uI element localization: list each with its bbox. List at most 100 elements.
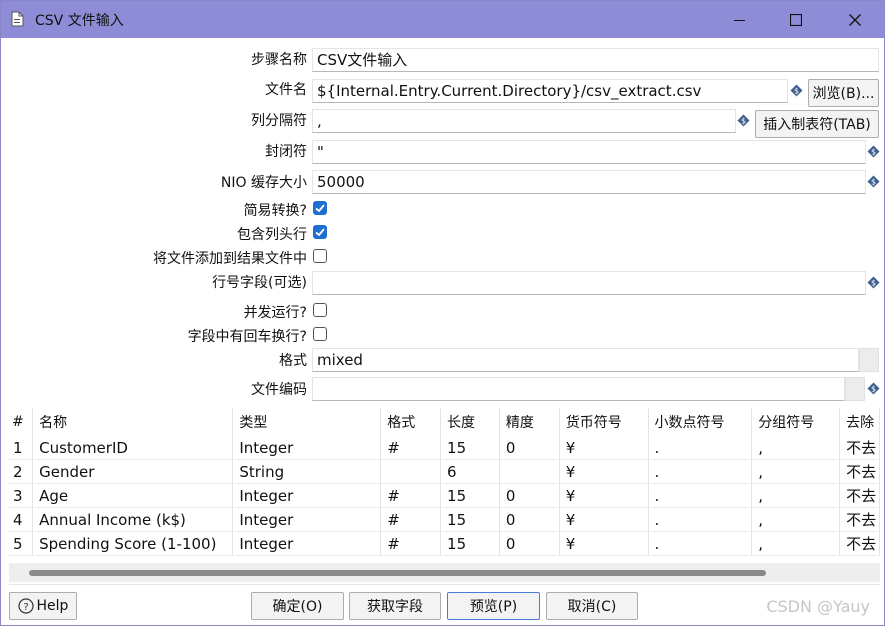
table-cell[interactable]: 0 [499, 483, 560, 508]
horizontal-scrollbar[interactable] [9, 563, 880, 582]
browse-button[interactable]: 浏览(B)... [808, 79, 879, 107]
table-cell[interactable]: 不去 [839, 436, 880, 460]
title-bar[interactable]: CSV 文件输入 [1, 1, 884, 38]
header-row-checkbox[interactable] [313, 225, 327, 239]
table-cell[interactable]: 2 [9, 459, 34, 484]
column-header[interactable]: 名称 [32, 408, 234, 436]
rownum-field-input[interactable] [312, 271, 866, 295]
table-cell[interactable]: ¥ [559, 507, 649, 532]
variable-icon: $ [867, 382, 880, 395]
table-row[interactable]: 5 Spending Score (1-100) Integer #15 0 ¥., 不去 [9, 531, 880, 556]
column-header[interactable]: 精度 [499, 408, 560, 436]
table-cell[interactable]: String [232, 459, 382, 484]
table-cell[interactable]: Annual Income (k$) [32, 507, 234, 532]
table-cell[interactable] [380, 459, 442, 484]
table-cell[interactable]: . [648, 436, 753, 460]
filename-input[interactable]: ${Internal.Entry.Current.Directory}/csv_… [312, 79, 788, 103]
table-cell[interactable]: , [751, 483, 841, 508]
table-cell[interactable]: 3 [9, 483, 34, 508]
table-cell[interactable]: , [751, 459, 841, 484]
delimiter-input[interactable]: , [312, 109, 736, 133]
minimize-button[interactable] [712, 1, 768, 38]
table-row[interactable]: 3 Age Integer #15 0 ¥., 不去 [9, 483, 880, 508]
column-header[interactable]: # [9, 408, 34, 436]
table-cell[interactable]: Spending Score (1-100) [32, 531, 234, 556]
table-cell[interactable]: 不去 [839, 531, 880, 556]
table-cell[interactable]: Age [32, 483, 234, 508]
table-cell[interactable]: . [648, 459, 753, 484]
column-header[interactable]: 格式 [380, 408, 442, 436]
table-cell[interactable]: , [751, 507, 841, 532]
help-button[interactable]: ? Help [9, 592, 77, 620]
add-to-result-checkbox[interactable] [313, 249, 327, 263]
table-cell[interactable]: 不去 [839, 459, 880, 484]
scrollbar-thumb[interactable] [29, 570, 766, 576]
table-cell[interactable]: # [380, 531, 442, 556]
ok-button[interactable]: 确定(O) [251, 592, 344, 620]
table-cell[interactable]: . [648, 507, 753, 532]
column-header[interactable]: 去除 [839, 408, 880, 436]
table-cell[interactable]: 0 [499, 531, 560, 556]
table-cell[interactable]: # [380, 436, 442, 460]
fields-table[interactable]: # 名称 类型 格式 长度 精度 货币符号 小数点符号 分组符号 去除 1 Cus… [9, 408, 880, 563]
table-cell[interactable]: Integer [232, 483, 382, 508]
add-to-result-label: 将文件添加到结果文件中 [153, 251, 307, 267]
table-cell[interactable]: , [751, 436, 841, 460]
get-fields-button[interactable]: 获取字段 [349, 592, 441, 620]
table-cell[interactable]: CustomerID [32, 436, 234, 460]
table-cell[interactable]: # [380, 483, 442, 508]
table-cell[interactable]: ¥ [559, 459, 649, 484]
cancel-button[interactable]: 取消(C) [546, 592, 638, 620]
table-cell[interactable]: 0 [499, 436, 560, 460]
table-row[interactable]: 4 Annual Income (k$) Integer #15 0 ¥., 不去 [9, 507, 880, 532]
table-cell[interactable]: 15 [440, 507, 500, 532]
table-cell[interactable]: 0 [499, 507, 560, 532]
document-icon [11, 11, 24, 27]
header-row-label: 包含列头行 [237, 227, 307, 243]
table-cell[interactable]: Integer [232, 436, 382, 460]
table-cell[interactable]: 15 [440, 436, 500, 460]
table-cell[interactable]: . [648, 483, 753, 508]
table-cell[interactable]: 4 [9, 507, 34, 532]
table-cell[interactable]: 5 [9, 531, 34, 556]
table-cell[interactable]: Integer [232, 507, 382, 532]
table-cell[interactable]: , [751, 531, 841, 556]
maximize-button[interactable] [768, 1, 824, 38]
step-name-input[interactable]: CSV文件输入 [312, 48, 879, 72]
table-row[interactable]: 2 Gender String 6 ¥., 不去 [9, 459, 880, 484]
format-dropdown-button[interactable] [859, 348, 879, 372]
help-label: Help [36, 598, 69, 614]
encoding-dropdown-button[interactable] [845, 377, 865, 401]
table-cell[interactable]: Gender [32, 459, 234, 484]
encoding-select[interactable] [312, 377, 845, 401]
table-cell[interactable]: 不去 [839, 483, 880, 508]
column-header[interactable]: 类型 [232, 408, 382, 436]
table-row[interactable]: 1 CustomerID Integer #15 0 ¥., 不去 [9, 436, 880, 460]
table-cell[interactable] [499, 459, 560, 484]
table-cell[interactable]: ¥ [559, 531, 649, 556]
close-button[interactable] [827, 1, 883, 38]
column-header[interactable]: 长度 [440, 408, 500, 436]
insert-tab-button[interactable]: 插入制表符(TAB) [755, 110, 879, 138]
svg-text:$: $ [871, 148, 876, 157]
nio-buffer-input[interactable]: 50000 [312, 170, 866, 194]
column-header[interactable]: 小数点符号 [648, 408, 753, 436]
format-select[interactable]: mixed [312, 348, 859, 372]
table-cell[interactable]: . [648, 531, 753, 556]
table-cell[interactable]: 15 [440, 531, 500, 556]
table-cell[interactable]: 6 [440, 459, 500, 484]
newline-in-fields-checkbox[interactable] [313, 327, 327, 341]
lazy-conversion-checkbox[interactable] [313, 201, 327, 215]
enclosure-input[interactable]: " [312, 140, 866, 164]
table-cell[interactable]: 15 [440, 483, 500, 508]
table-cell[interactable]: # [380, 507, 442, 532]
table-cell[interactable]: Integer [232, 531, 382, 556]
parallel-checkbox[interactable] [313, 303, 327, 317]
table-cell[interactable]: ¥ [559, 436, 649, 460]
table-cell[interactable]: 不去 [839, 507, 880, 532]
table-cell[interactable]: ¥ [559, 483, 649, 508]
table-cell[interactable]: 1 [9, 436, 34, 460]
column-header[interactable]: 货币符号 [559, 408, 649, 436]
preview-button[interactable]: 预览(P) [447, 592, 540, 620]
column-header[interactable]: 分组符号 [751, 408, 841, 436]
